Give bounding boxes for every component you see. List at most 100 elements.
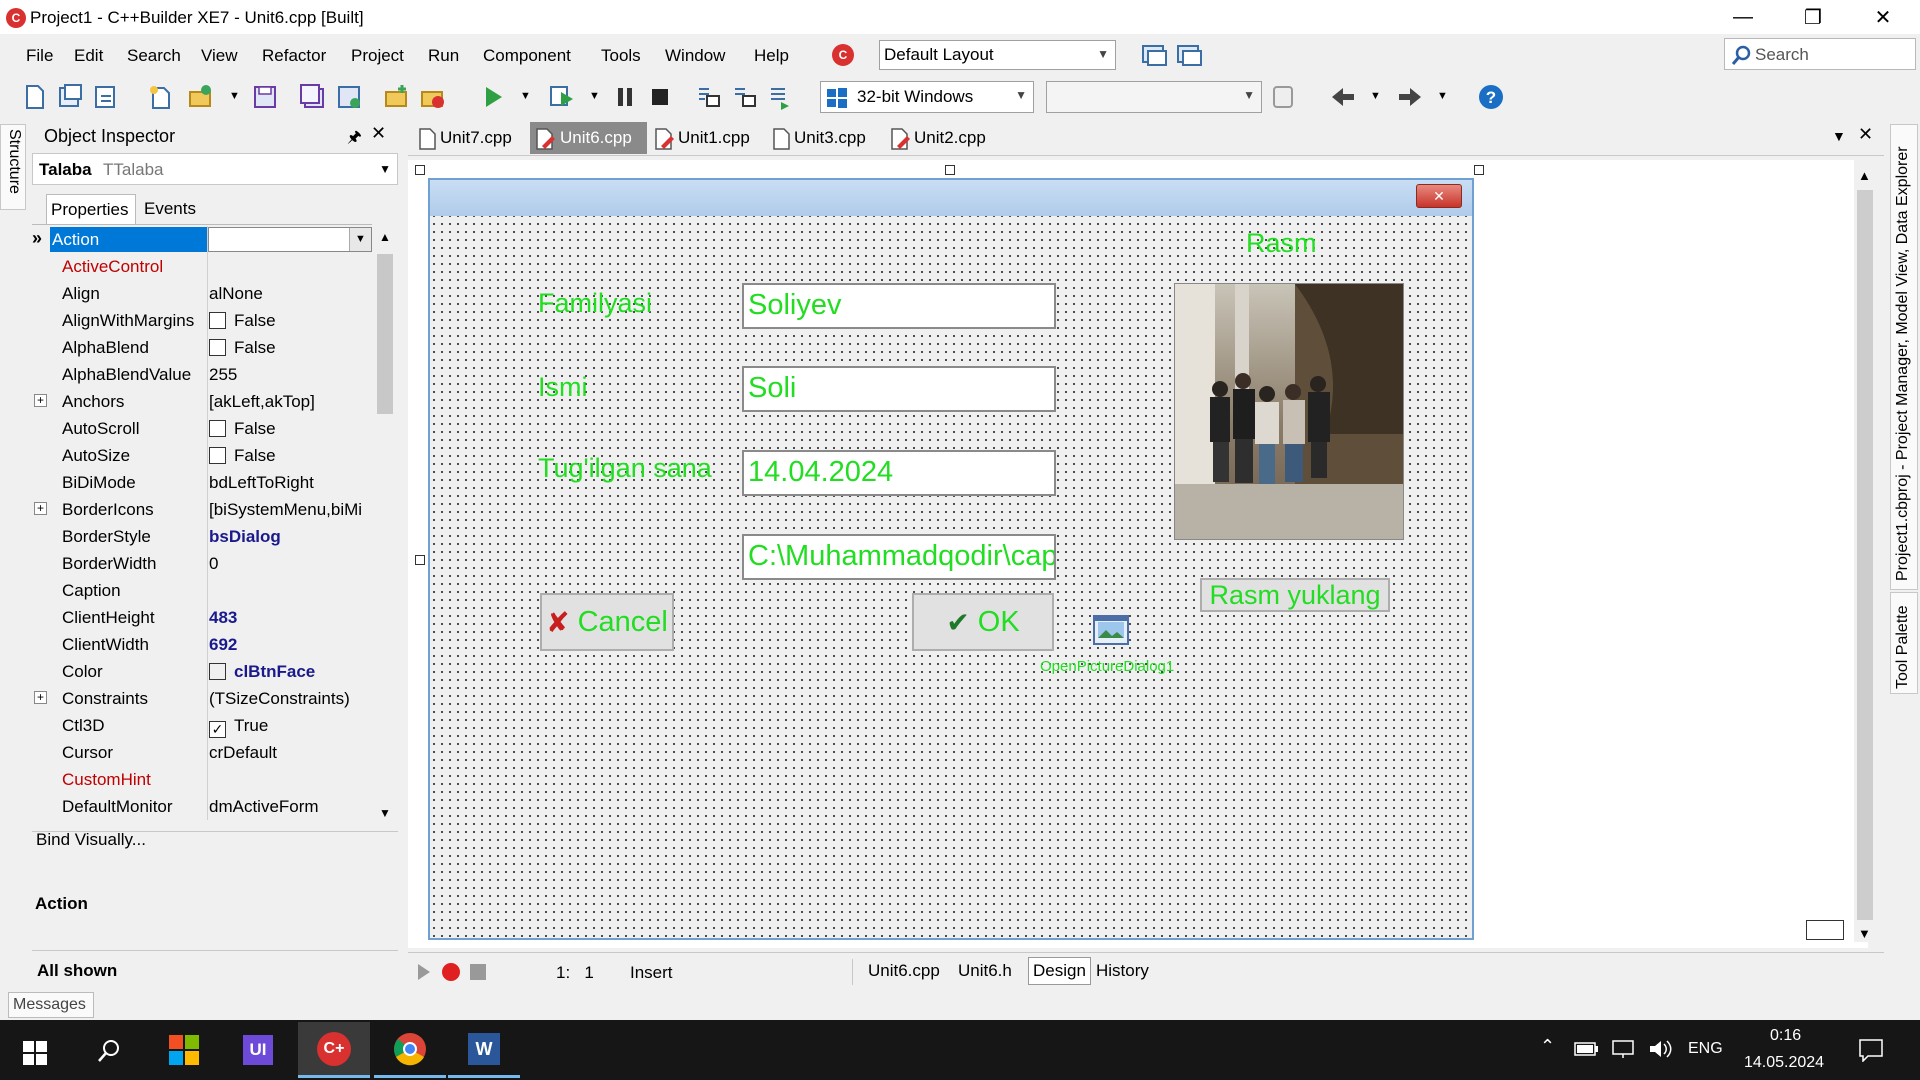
tab-unit6-active[interactable]: Unit6.cpp (530, 122, 647, 154)
bind-visually-link[interactable]: Bind Visually... (36, 830, 146, 850)
property-value[interactable]: False (209, 338, 374, 358)
property-row[interactable]: + BorderIcons [biSystemMenu,biMi (32, 496, 372, 523)
sync-icon[interactable] (1270, 84, 1296, 110)
taskbar-cbuilder[interactable]: C+ (298, 1022, 370, 1078)
property-value[interactable]: False (209, 311, 374, 331)
close-window-button[interactable]: ✕ (1852, 0, 1914, 34)
resize-handle[interactable] (415, 555, 425, 565)
menu-edit[interactable]: Edit (74, 46, 103, 66)
property-row[interactable]: AlphaBlend False (32, 334, 372, 361)
property-row[interactable]: + Constraints (TSizeConstraints) (32, 685, 372, 712)
property-value[interactable]: bdLeftToRight (209, 473, 374, 493)
property-value[interactable]: [biSystemMenu,biMi (209, 500, 374, 520)
open-picture-dialog-icon[interactable] (1092, 612, 1132, 652)
property-value[interactable]: clBtnFace (209, 662, 374, 682)
property-value[interactable]: alNone (209, 284, 374, 304)
taskbar-chrome[interactable] (374, 1022, 446, 1078)
new-file-icon[interactable] (22, 84, 48, 110)
menu-search[interactable]: Search (127, 46, 181, 66)
caret-down-icon[interactable]: ▼ (589, 90, 600, 102)
menu-view[interactable]: View (201, 46, 238, 66)
notifications-icon[interactable] (1858, 1038, 1884, 1062)
form-close-icon[interactable]: ✕ (1416, 184, 1462, 208)
stop-icon[interactable] (647, 84, 673, 110)
checkbox[interactable] (209, 312, 226, 329)
new-items-icon[interactable] (148, 84, 174, 110)
pause-icon[interactable] (612, 84, 638, 110)
property-row[interactable]: Align alNone (32, 280, 372, 307)
property-row[interactable]: DefaultMonitor dmActiveForm (32, 793, 372, 820)
ismi-input[interactable]: Soli (742, 366, 1056, 412)
menu-refactor[interactable]: Refactor (262, 46, 326, 66)
stop-macro-icon[interactable] (468, 962, 488, 982)
volume-icon[interactable] (1648, 1038, 1674, 1060)
property-value[interactable]: 692 (209, 635, 374, 655)
layout-dropdown[interactable]: Default Layout ▼ (879, 40, 1116, 70)
property-row[interactable]: + Anchors [akLeft,akTop] (32, 388, 372, 415)
remove-from-project-icon[interactable] (420, 84, 446, 110)
taskbar-word[interactable]: W (448, 1022, 520, 1078)
property-value[interactable]: dmActiveForm (209, 797, 374, 817)
property-row[interactable]: Cursor crDefault (32, 739, 372, 766)
messages-tab[interactable]: Messages (8, 992, 94, 1018)
embarcadero-icon[interactable]: C (832, 44, 854, 66)
open-file-icon[interactable] (57, 84, 83, 110)
tool-palette-side-tab[interactable]: Tool Palette (1890, 592, 1918, 694)
property-value[interactable]: (TSizeConstraints) (209, 689, 374, 709)
expand-plus-icon[interactable]: + (34, 691, 47, 704)
tab-unit7[interactable]: Unit7.cpp (414, 122, 528, 154)
property-row[interactable]: AutoSize False (32, 442, 372, 469)
property-row[interactable]: BiDiMode bdLeftToRight (32, 469, 372, 496)
back-arrow-icon[interactable] (1330, 84, 1356, 110)
menu-file[interactable]: File (26, 46, 53, 66)
checkbox[interactable] (209, 420, 226, 437)
property-scrollbar[interactable]: ▲ ▼ (374, 226, 396, 828)
menu-tools[interactable]: Tools (601, 46, 641, 66)
action-value-dropdown[interactable]: ▼ (208, 227, 372, 252)
scrollbar-thumb[interactable] (1857, 190, 1873, 920)
property-row[interactable]: BorderWidth 0 (32, 550, 372, 577)
property-row[interactable]: » Action ▼ (32, 226, 372, 253)
property-value[interactable]: [akLeft,akTop] (209, 392, 374, 412)
reopen-icon[interactable] (93, 84, 119, 110)
menu-project[interactable]: Project (351, 46, 404, 66)
menu-window[interactable]: Window (665, 46, 725, 66)
menu-component[interactable]: Component (483, 46, 571, 66)
tab-events[interactable]: Events (140, 194, 228, 224)
view-tab-unit6-cpp[interactable]: Unit6.cpp (868, 961, 940, 981)
property-value[interactable]: ✓ True (209, 716, 374, 738)
forward-arrow-icon[interactable] (1397, 84, 1423, 110)
menu-help[interactable]: Help (754, 46, 789, 66)
property-row[interactable]: Ctl3D ✓ True (32, 712, 372, 739)
property-value[interactable]: 255 (209, 365, 374, 385)
designer-scrollbar[interactable]: ▲ (1854, 160, 1876, 942)
expand-plus-icon[interactable]: + (34, 502, 47, 515)
property-row[interactable]: ClientHeight 483 (32, 604, 372, 631)
tab-list-chevron-icon[interactable]: ▼ (1832, 128, 1846, 144)
property-value[interactable]: crDefault (209, 743, 374, 763)
property-row[interactable]: AlphaBlendValue 255 (32, 361, 372, 388)
property-row[interactable]: ActiveControl (32, 253, 372, 280)
chevron-up-icon[interactable]: ▲ (379, 230, 391, 244)
view-tab-unit6-h[interactable]: Unit6.h (958, 961, 1012, 981)
property-value[interactable]: 483 (209, 608, 374, 628)
property-row[interactable]: Color clBtnFace (32, 658, 372, 685)
taskbar-app-store[interactable] (148, 1022, 220, 1078)
language-indicator[interactable]: ENG (1688, 1040, 1723, 1058)
caret-down-icon[interactable]: ▼ (1437, 90, 1448, 102)
rasm-yuklang-button[interactable]: Rasm yuklang (1200, 578, 1390, 612)
network-icon[interactable] (1610, 1038, 1636, 1060)
windows-start-icon[interactable] (22, 1040, 48, 1066)
run-without-debug-icon[interactable] (549, 84, 575, 110)
checkbox[interactable] (209, 447, 226, 464)
close-panel-icon[interactable]: ✕ (371, 123, 386, 144)
menu-run[interactable]: Run (428, 46, 459, 66)
view-tab-design[interactable]: Design (1028, 957, 1091, 985)
tab-unit2[interactable]: Unit2.cpp (886, 122, 1000, 154)
set-debug-desktop-icon[interactable] (1176, 42, 1204, 68)
property-value[interactable]: bsDialog (209, 527, 374, 547)
minimize-button[interactable]: — (1712, 0, 1774, 34)
ide-search-input[interactable]: Search (1724, 38, 1916, 70)
step-over-icon[interactable] (731, 84, 757, 110)
familiyasi-input[interactable]: Soliyev (742, 283, 1056, 329)
